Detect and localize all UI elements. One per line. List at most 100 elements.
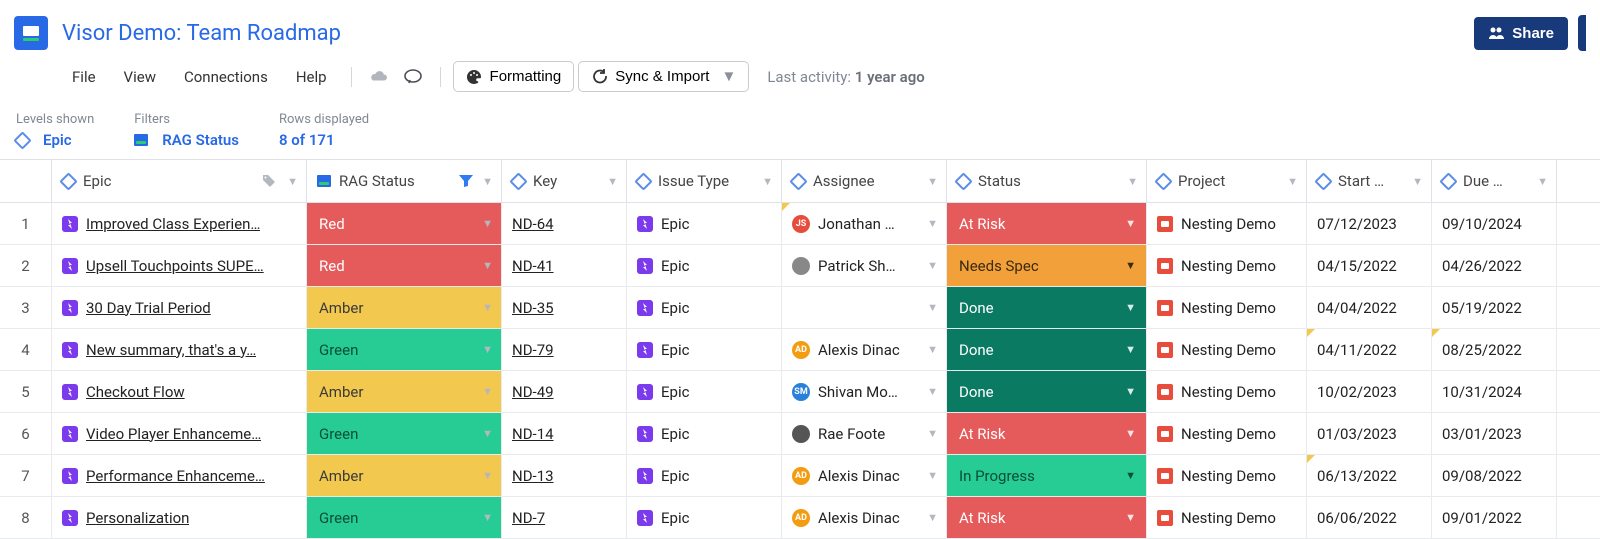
epic-link[interactable]: Checkout Flow bbox=[86, 383, 185, 401]
status-cell[interactable]: In Progress▼ bbox=[947, 455, 1147, 496]
rag-status-cell[interactable]: Red▼ bbox=[307, 203, 502, 244]
start-date-cell[interactable]: 01/03/2023 bbox=[1307, 413, 1432, 454]
project-cell[interactable]: Nesting Demo bbox=[1147, 287, 1307, 328]
project-cell[interactable]: Nesting Demo bbox=[1147, 329, 1307, 370]
header-issue-type[interactable]: Issue Type▼ bbox=[627, 160, 782, 202]
chevron-down-icon[interactable]: ▼ bbox=[927, 385, 938, 398]
epic-cell[interactable]: New summary, that's a y… bbox=[52, 329, 307, 370]
table-row[interactable]: 3 30 Day Trial Period Amber▼ ND-35 Epic … bbox=[0, 287, 1600, 329]
comments-icon[interactable] bbox=[398, 62, 428, 92]
epic-cell[interactable]: 30 Day Trial Period bbox=[52, 287, 307, 328]
filters-block[interactable]: Filters RAG Status bbox=[134, 112, 239, 149]
chevron-down-icon[interactable]: ▼ bbox=[762, 175, 773, 188]
epic-cell[interactable]: Video Player Enhanceme… bbox=[52, 413, 307, 454]
start-date-cell[interactable]: 06/13/2022 bbox=[1307, 455, 1432, 496]
issue-type-cell[interactable]: Epic bbox=[627, 455, 782, 496]
table-row[interactable]: 1 Improved Class Experien… Red▼ ND-64 Ep… bbox=[0, 203, 1600, 245]
chevron-down-icon[interactable]: ▼ bbox=[482, 469, 493, 482]
due-date-cell[interactable]: 10/31/2024 bbox=[1432, 371, 1557, 412]
status-cell[interactable]: Done▼ bbox=[947, 371, 1147, 412]
epic-cell[interactable]: Performance Enhanceme… bbox=[52, 455, 307, 496]
key-cell[interactable]: ND-49 bbox=[502, 371, 627, 412]
table-row[interactable]: 4 New summary, that's a y… Green▼ ND-79 … bbox=[0, 329, 1600, 371]
chevron-down-icon[interactable]: ▼ bbox=[1125, 427, 1136, 440]
status-cell[interactable]: Done▼ bbox=[947, 329, 1147, 370]
chevron-down-icon[interactable]: ▼ bbox=[1125, 511, 1136, 524]
header-epic[interactable]: Epic ▼ bbox=[52, 160, 307, 202]
epic-cell[interactable]: Improved Class Experien… bbox=[52, 203, 307, 244]
sync-import-button[interactable]: Sync & Import ▼ bbox=[578, 61, 749, 92]
key-link[interactable]: ND-64 bbox=[512, 215, 554, 233]
rag-status-cell[interactable]: Green▼ bbox=[307, 497, 502, 538]
assignee-cell[interactable]: SM Shivan Mo…▼ bbox=[782, 371, 947, 412]
chevron-down-icon[interactable]: ▼ bbox=[1125, 217, 1136, 230]
chevron-down-icon[interactable]: ▼ bbox=[1125, 343, 1136, 356]
chevron-down-icon[interactable]: ▼ bbox=[607, 175, 618, 188]
due-date-cell[interactable]: 09/08/2022 bbox=[1432, 455, 1557, 496]
menu-file[interactable]: File bbox=[60, 62, 108, 92]
menu-connections[interactable]: Connections bbox=[172, 62, 280, 92]
status-cell[interactable]: Done▼ bbox=[947, 287, 1147, 328]
start-date-cell[interactable]: 04/04/2022 bbox=[1307, 287, 1432, 328]
key-cell[interactable]: ND-79 bbox=[502, 329, 627, 370]
levels-shown-block[interactable]: Levels shown Epic bbox=[16, 112, 94, 149]
key-cell[interactable]: ND-35 bbox=[502, 287, 627, 328]
epic-link[interactable]: Upsell Touchpoints SUPE… bbox=[86, 257, 264, 275]
epic-link[interactable]: 30 Day Trial Period bbox=[86, 299, 211, 317]
header-start-date[interactable]: Start …▼ bbox=[1307, 160, 1432, 202]
chevron-down-icon[interactable]: ▼ bbox=[1125, 259, 1136, 272]
chevron-down-icon[interactable]: ▼ bbox=[927, 259, 938, 272]
header-key[interactable]: Key▼ bbox=[502, 160, 627, 202]
epic-cell[interactable]: Personalization bbox=[52, 497, 307, 538]
chevron-down-icon[interactable]: ▼ bbox=[927, 511, 938, 524]
key-link[interactable]: ND-13 bbox=[512, 467, 554, 485]
status-cell[interactable]: At Risk▼ bbox=[947, 497, 1147, 538]
start-date-cell[interactable]: 04/15/2022 bbox=[1307, 245, 1432, 286]
assignee-cell[interactable]: JS Jonathan …▼ bbox=[782, 203, 947, 244]
header-assignee[interactable]: Assignee▼ bbox=[782, 160, 947, 202]
key-cell[interactable]: ND-64 bbox=[502, 203, 627, 244]
key-link[interactable]: ND-14 bbox=[512, 425, 554, 443]
chevron-down-icon[interactable]: ▼ bbox=[482, 175, 493, 188]
project-cell[interactable]: Nesting Demo bbox=[1147, 203, 1307, 244]
status-cell[interactable]: At Risk▼ bbox=[947, 203, 1147, 244]
due-date-cell[interactable]: 05/19/2022 bbox=[1432, 287, 1557, 328]
epic-link[interactable]: Improved Class Experien… bbox=[86, 215, 260, 233]
key-cell[interactable]: ND-13 bbox=[502, 455, 627, 496]
header-project[interactable]: Project▼ bbox=[1147, 160, 1307, 202]
due-date-cell[interactable]: 03/01/2023 bbox=[1432, 413, 1557, 454]
start-date-cell[interactable]: 04/11/2022 bbox=[1307, 329, 1432, 370]
chevron-down-icon[interactable]: ▼ bbox=[482, 427, 493, 440]
chevron-down-icon[interactable]: ▼ bbox=[287, 175, 298, 188]
key-cell[interactable]: ND-7 bbox=[502, 497, 627, 538]
table-row[interactable]: 6 Video Player Enhanceme… Green▼ ND-14 E… bbox=[0, 413, 1600, 455]
table-row[interactable]: 5 Checkout Flow Amber▼ ND-49 Epic SM Shi… bbox=[0, 371, 1600, 413]
due-date-cell[interactable]: 09/10/2024 bbox=[1432, 203, 1557, 244]
chevron-down-icon[interactable]: ▼ bbox=[482, 259, 493, 272]
rag-status-cell[interactable]: Green▼ bbox=[307, 329, 502, 370]
chevron-down-icon[interactable]: ▼ bbox=[1287, 175, 1298, 188]
key-link[interactable]: ND-7 bbox=[512, 509, 545, 527]
rag-status-cell[interactable]: Amber▼ bbox=[307, 371, 502, 412]
epic-cell[interactable]: Upsell Touchpoints SUPE… bbox=[52, 245, 307, 286]
cloud-sync-icon[interactable] bbox=[364, 62, 394, 92]
chevron-down-icon[interactable]: ▼ bbox=[1125, 385, 1136, 398]
key-link[interactable]: ND-79 bbox=[512, 341, 554, 359]
status-cell[interactable]: At Risk▼ bbox=[947, 413, 1147, 454]
key-cell[interactable]: ND-41 bbox=[502, 245, 627, 286]
chevron-down-icon[interactable]: ▼ bbox=[1127, 175, 1138, 188]
due-date-cell[interactable]: 04/26/2022 bbox=[1432, 245, 1557, 286]
assignee-cell[interactable]: Rae Foote▼ bbox=[782, 413, 947, 454]
formatting-button[interactable]: Formatting bbox=[453, 61, 575, 92]
epic-link[interactable]: Performance Enhanceme… bbox=[86, 467, 265, 485]
table-row[interactable]: 7 Performance Enhanceme… Amber▼ ND-13 Ep… bbox=[0, 455, 1600, 497]
rag-status-cell[interactable]: Green▼ bbox=[307, 413, 502, 454]
table-row[interactable]: 2 Upsell Touchpoints SUPE… Red▼ ND-41 Ep… bbox=[0, 245, 1600, 287]
table-row[interactable]: 8 Personalization Green▼ ND-7 Epic AD Al… bbox=[0, 497, 1600, 539]
chevron-down-icon[interactable]: ▼ bbox=[1412, 175, 1423, 188]
project-cell[interactable]: Nesting Demo bbox=[1147, 455, 1307, 496]
assignee-cell[interactable]: AD Alexis Dinac▼ bbox=[782, 455, 947, 496]
start-date-cell[interactable]: 07/12/2023 bbox=[1307, 203, 1432, 244]
chevron-down-icon[interactable]: ▼ bbox=[482, 385, 493, 398]
issue-type-cell[interactable]: Epic bbox=[627, 497, 782, 538]
